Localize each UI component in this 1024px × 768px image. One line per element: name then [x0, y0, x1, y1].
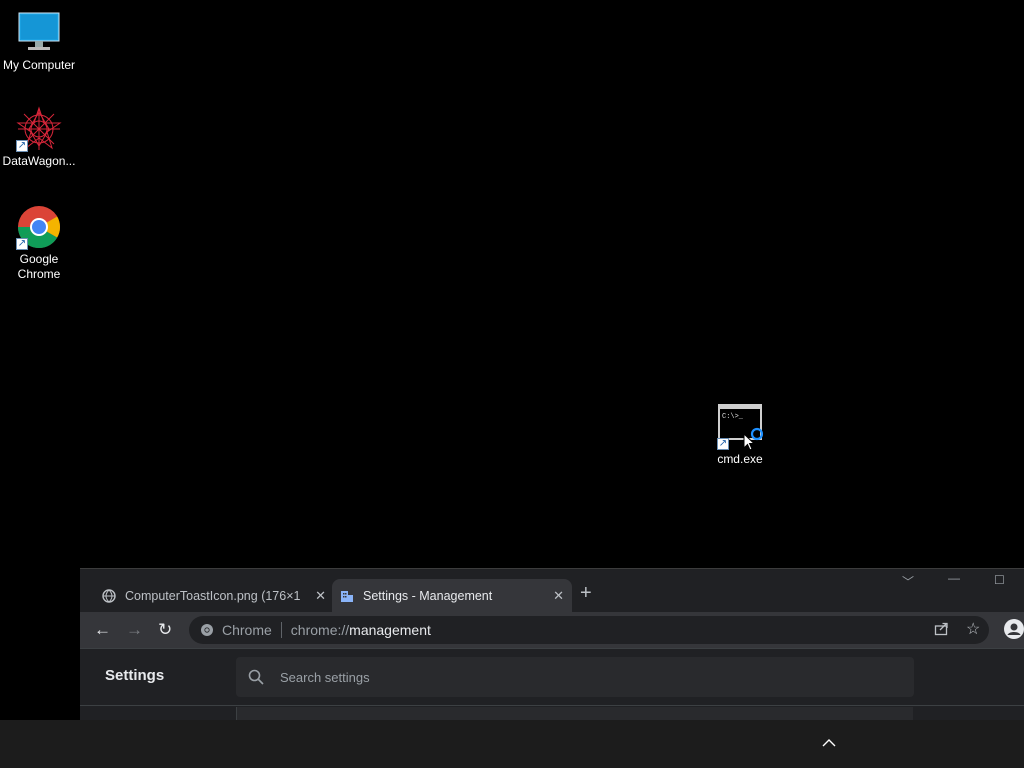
- taskbar: [0, 720, 1024, 768]
- reload-icon[interactable]: ↻: [158, 620, 172, 640]
- desktop-icon-label: My Computer: [2, 58, 76, 72]
- url-host: management: [349, 622, 431, 638]
- share-icon[interactable]: [934, 621, 949, 639]
- chrome-page-icon: [200, 623, 214, 637]
- tab-strip: ComputerToastIcon.png (176×1 ✕ Settings …: [80, 568, 1024, 613]
- tab-computer-toast-icon[interactable]: ComputerToastIcon.png (176×1 ✕: [94, 579, 334, 613]
- tab-close-icon[interactable]: ✕: [553, 588, 564, 604]
- show-hidden-icons-chevron-icon[interactable]: [822, 734, 836, 750]
- desktop-icon-google-chrome[interactable]: ↗ Google Chrome: [0, 204, 78, 282]
- tab-title: Settings - Management: [363, 589, 493, 603]
- desktop-icon-datawagon[interactable]: ↗ DataWagon...: [0, 106, 78, 169]
- tab-title: ComputerToastIcon.png (176×1: [125, 589, 301, 603]
- datawagon-logo-icon: ↗: [16, 106, 62, 152]
- chrome-window: ComputerToastIcon.png (176×1 ✕ Settings …: [80, 568, 1024, 720]
- header-divider: [80, 705, 1024, 706]
- profile-avatar-icon[interactable]: [1004, 619, 1024, 642]
- page-scheme-label: Chrome: [222, 622, 272, 638]
- forward-arrow-icon[interactable]: →: [126, 620, 143, 640]
- desktop-icon-label: DataWagon...: [2, 154, 76, 168]
- search-placeholder: Search settings: [280, 669, 370, 685]
- new-tab-button[interactable]: +: [580, 583, 592, 603]
- search-settings-input[interactable]: Search settings: [236, 657, 914, 697]
- settings-page: Settings Search settings: [80, 648, 1024, 720]
- shortcut-arrow-icon: ↗: [16, 238, 28, 250]
- url-prefix: chrome://: [290, 622, 350, 638]
- search-icon: [248, 669, 264, 685]
- browser-toolbar: ← → ↻ Chrome chrome://management ☆: [80, 612, 1024, 648]
- desktop-icon-label: cmd.exe: [717, 452, 763, 466]
- address-bar[interactable]: Chrome chrome://management: [189, 616, 989, 644]
- shortcut-arrow-icon: ↗: [717, 438, 729, 450]
- svg-text:C:\>_: C:\>_: [722, 413, 744, 421]
- shortcut-arrow-icon: ↗: [16, 140, 28, 152]
- tab-settings-management[interactable]: Settings - Management ✕: [332, 579, 572, 613]
- monitor-icon: [16, 10, 62, 56]
- minimize-icon[interactable]: —: [948, 571, 960, 585]
- command-prompt-icon: C:\>_ ↗: [717, 404, 764, 450]
- globe-icon: [102, 589, 116, 603]
- mouse-cursor-icon: [743, 432, 756, 456]
- desktop-icon-label: Google Chrome: [17, 252, 61, 281]
- maximize-icon[interactable]: ☐: [994, 573, 1005, 587]
- back-arrow-icon[interactable]: ←: [94, 620, 111, 640]
- address-separator: [280, 622, 282, 638]
- chrome-logo-icon: ↗: [16, 204, 62, 250]
- settings-card: [236, 707, 913, 720]
- tab-close-icon[interactable]: ✕: [315, 588, 326, 604]
- management-building-icon: [340, 589, 354, 603]
- desktop-icon-cmd[interactable]: C:\>_ ↗ cmd.exe: [701, 404, 779, 467]
- page-title: Settings: [105, 667, 165, 684]
- desktop-icon-my-computer[interactable]: My Computer: [0, 10, 78, 73]
- tab-search-chevron-icon[interactable]: ﹀: [902, 573, 914, 590]
- bookmark-star-icon[interactable]: ☆: [966, 619, 980, 639]
